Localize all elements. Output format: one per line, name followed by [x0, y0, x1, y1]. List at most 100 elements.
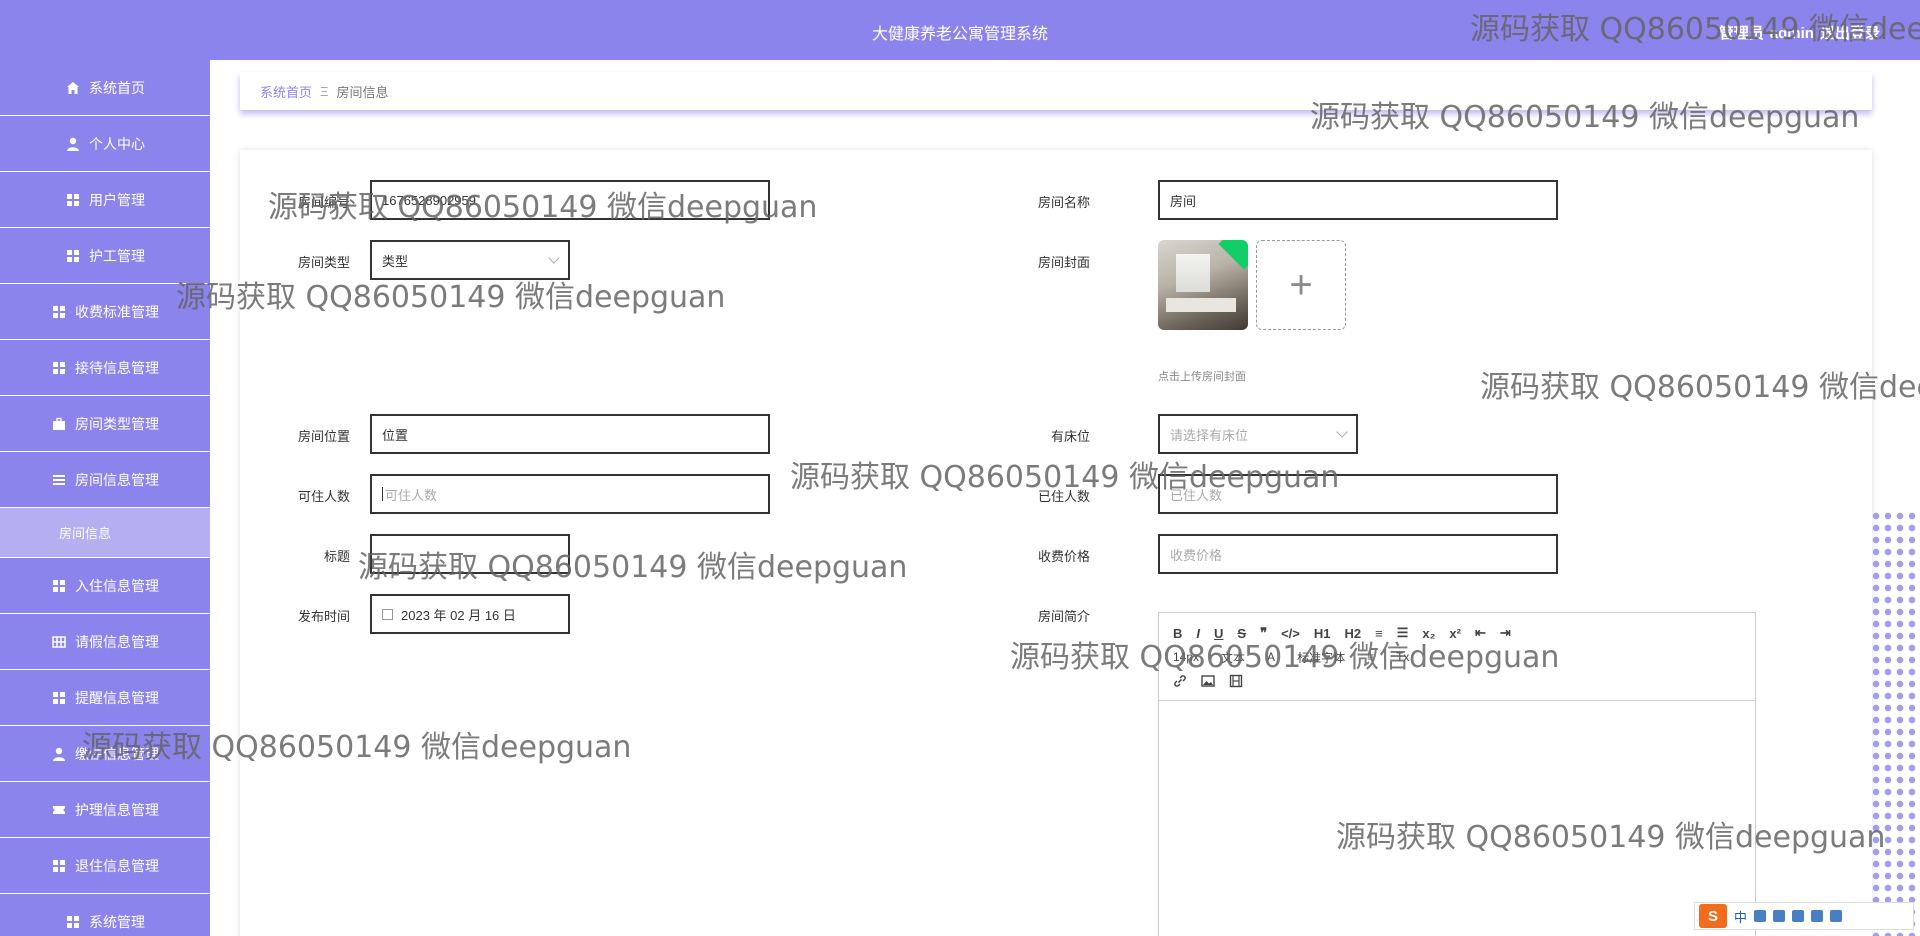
bullet-list-button[interactable]: ☰: [1397, 625, 1409, 641]
price-input[interactable]: 收费价格: [1158, 534, 1558, 574]
sidebar-item-label: 护工管理: [89, 247, 145, 264]
sidebar-item-room-types[interactable]: 房间类型管理: [0, 396, 210, 452]
sidebar-item-home[interactable]: 系统首页: [0, 60, 210, 116]
sidebar-item-system[interactable]: 系统管理: [0, 894, 210, 936]
room-cover-thumbnail[interactable]: [1158, 240, 1248, 330]
bold-button[interactable]: B: [1173, 626, 1182, 641]
publish-date-input[interactable]: 2023 年 02 月 16 日: [370, 594, 570, 634]
subscript-button[interactable]: x₂: [1422, 626, 1435, 641]
sidebar-item-room-info-mgmt[interactable]: 房间信息管理: [0, 452, 210, 508]
text-style-select[interactable]: 文本: [1221, 649, 1245, 666]
header1-button[interactable]: H1: [1314, 626, 1331, 641]
image-icon[interactable]: [1201, 674, 1215, 688]
sidebar-item-label: 房间信息: [58, 526, 111, 541]
sidebar-item-label: 请假信息管理: [75, 633, 159, 650]
occupied-input[interactable]: 已住人数: [1158, 474, 1558, 514]
room-type-select[interactable]: 类型: [370, 240, 570, 280]
rich-text-editor[interactable]: B I U S ❞ </> H1 H2 ≡ ☰ x₂ x² ⇤ ⇥ 14px 文…: [1158, 612, 1756, 936]
sidebar-item-leave[interactable]: 请假信息管理: [0, 614, 210, 670]
sidebar-item-checkout[interactable]: 退住信息管理: [0, 838, 210, 894]
header2-button[interactable]: H2: [1345, 626, 1362, 641]
breadcrumb-home[interactable]: 系统首页: [260, 82, 312, 101]
editor-toolbar-row: [1173, 669, 1741, 693]
cover-window: [1176, 254, 1210, 292]
plus-icon: +: [1289, 262, 1313, 307]
home-icon: [67, 81, 79, 94]
logout-button[interactable]: 退出登录: [1820, 25, 1880, 42]
sidebar-item-label: 房间信息管理: [75, 471, 159, 488]
grid-icon: [53, 361, 65, 374]
title-label: 标题: [323, 549, 350, 564]
font-size-select[interactable]: 14px: [1173, 650, 1199, 664]
italic-button[interactable]: I: [1196, 626, 1200, 641]
text-caret: [382, 487, 383, 501]
indent-button[interactable]: ⇥: [1500, 625, 1511, 641]
occupied-label: 已住人数: [1037, 489, 1090, 504]
cover-bed: [1166, 298, 1236, 312]
link-icon[interactable]: [1173, 674, 1187, 688]
sidebar-item-reminders[interactable]: 提醒信息管理: [0, 670, 210, 726]
ordered-list-button[interactable]: ≡: [1375, 626, 1383, 641]
outdent-button[interactable]: ⇤: [1475, 625, 1486, 641]
publish-date-value: 2023 年 02 月 16 日: [401, 607, 516, 623]
capacity-input[interactable]: 可住人数: [370, 474, 770, 514]
mic-icon[interactable]: [1773, 910, 1786, 922]
ime-toolbar[interactable]: S 中: [1694, 902, 1914, 930]
sidebar-item-users[interactable]: 用户管理: [0, 172, 210, 228]
sidebar-item-profile[interactable]: 个人中心: [0, 116, 210, 172]
upload-button[interactable]: +: [1256, 240, 1346, 330]
ime-lang[interactable]: 中: [1734, 907, 1747, 926]
breadcrumb-separator: Ξ: [320, 83, 329, 99]
user-area: 管理员 admin 退出登录: [1713, 22, 1880, 43]
video-icon[interactable]: [1229, 674, 1243, 688]
sidebar-item-reception[interactable]: 接待信息管理: [0, 340, 210, 396]
location-label: 房间位置: [297, 429, 350, 444]
apps-icon[interactable]: [1830, 910, 1843, 922]
sidebar-item-label: 缴住信息管理: [75, 745, 159, 762]
sidebar-item-fee-standards[interactable]: 收费标准管理: [0, 284, 210, 340]
editor-toolbar-row: B I U S ❞ </> H1 H2 ≡ ☰ x₂ x² ⇤ ⇥: [1173, 621, 1741, 645]
user-role: 管理员: [1718, 25, 1764, 42]
keyboard-icon[interactable]: [1792, 910, 1805, 922]
sidebar-item-caregivers[interactable]: 护工管理: [0, 228, 210, 284]
title-input[interactable]: [370, 534, 570, 574]
briefcase-icon: [53, 417, 65, 430]
room-name-input[interactable]: 房间: [1158, 180, 1558, 220]
moon-icon[interactable]: [1754, 910, 1767, 922]
sidebar-item-label: 护理信息管理: [75, 801, 159, 818]
superscript-button[interactable]: x²: [1449, 626, 1461, 641]
sidebar-item-payments[interactable]: 缴住信息管理: [0, 726, 210, 782]
sidebar-subitem-room-info[interactable]: 房间信息: [0, 508, 210, 558]
bed-select[interactable]: 请选择有床位: [1158, 414, 1358, 454]
align-button[interactable]: ≡: [1367, 650, 1374, 664]
strike-button[interactable]: S: [1237, 626, 1246, 641]
underline-button[interactable]: U: [1214, 626, 1223, 641]
clear-format-button[interactable]: Tx: [1396, 650, 1409, 664]
grid-icon: [67, 193, 79, 206]
occupied-placeholder: 已住人数: [1170, 487, 1223, 503]
ticket-icon: [53, 805, 65, 814]
font-family-select[interactable]: 标准字体: [1297, 649, 1345, 666]
capacity-label: 可住人数: [297, 489, 350, 504]
grid-icon: [67, 249, 79, 262]
room-type-value: 类型: [382, 253, 409, 269]
breadcrumb: 系统首页 Ξ 房间信息: [240, 72, 1872, 110]
code-block-button[interactable]: </>: [1281, 626, 1300, 641]
chevron-down-icon: [1336, 426, 1348, 438]
sidebar-item-label: 个人中心: [89, 135, 145, 152]
room-no-input[interactable]: 1676528902959: [370, 180, 770, 220]
table-icon: [52, 635, 66, 648]
sidebar-item-nursing[interactable]: 护理信息管理: [0, 782, 210, 838]
room-form: 房间编号 1676528902959 房间名称 房间 房间类型 类型 房间封面 …: [240, 150, 1872, 936]
shirt-icon[interactable]: [1811, 910, 1824, 922]
sidebar-item-checkin[interactable]: 入住信息管理: [0, 558, 210, 614]
sidebar-item-label: 入住信息管理: [75, 577, 159, 594]
editor-toolbar: B I U S ❞ </> H1 H2 ≡ ☰ x₂ x² ⇤ ⇥ 14px 文…: [1159, 613, 1755, 701]
font-color-button[interactable]: A: [1267, 650, 1275, 664]
grid-icon: [53, 579, 65, 592]
blockquote-button[interactable]: ❞: [1260, 625, 1267, 641]
publish-label: 发布时间: [297, 609, 350, 624]
bed-label: 有床位: [1050, 429, 1090, 444]
location-input[interactable]: 位置: [370, 414, 770, 454]
sidebar-item-label: 退住信息管理: [75, 857, 159, 874]
